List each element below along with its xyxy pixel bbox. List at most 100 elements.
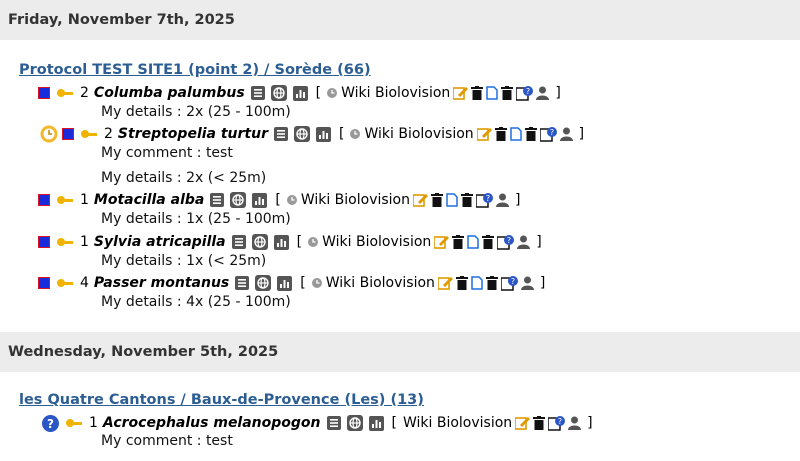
bracket-open: [: [391, 415, 397, 431]
document-icon[interactable]: [467, 235, 480, 249]
bracket-open: [: [296, 234, 303, 250]
help-badge-icon[interactable]: ?: [539, 126, 557, 142]
globe-icon[interactable]: [346, 415, 363, 431]
wiki-link[interactable]: Wiki Biolovision: [364, 126, 473, 142]
globe-icon[interactable]: [255, 275, 272, 291]
bracket-open: [: [275, 192, 281, 208]
help-badge-icon[interactable]: ?: [497, 234, 515, 250]
list-icon[interactable]: [231, 235, 246, 249]
chart-icon[interactable]: [368, 415, 384, 431]
species-name[interactable]: Columba palumbus: [94, 85, 245, 101]
observation-row: 1 Sylvia atricapilla [ Wiki Biolovision …: [38, 232, 542, 252]
edit-icon[interactable]: [515, 416, 531, 430]
help-badge-icon[interactable]: ?: [476, 192, 493, 208]
wiki-link[interactable]: Wiki Biolovision: [326, 275, 435, 291]
status-square-icon: [38, 87, 50, 99]
list-icon[interactable]: [274, 127, 288, 141]
site-link[interactable]: Protocol TEST SITE1 (point 2) / Sorède (…: [19, 62, 371, 78]
delete-icon[interactable]: [455, 276, 468, 290]
help-badge-icon[interactable]: ?: [500, 275, 518, 291]
site-link[interactable]: les Quatre Cantons / Baux-de-Provence (L…: [19, 392, 424, 408]
document-icon[interactable]: [486, 86, 499, 100]
edit-icon[interactable]: [476, 127, 492, 141]
species-name[interactable]: Streptopelia turtur: [118, 126, 268, 142]
clock-icon: [350, 129, 361, 139]
user-icon[interactable]: [536, 86, 550, 100]
chart-icon[interactable]: [277, 275, 293, 291]
observation-row: ? 1 Acrocephalus melanopogon [ Wiki Biol…: [42, 413, 593, 433]
edit-icon[interactable]: [437, 276, 453, 290]
count: 2: [104, 126, 113, 142]
user-icon[interactable]: [517, 235, 531, 249]
globe-icon[interactable]: [294, 126, 310, 142]
observation-details: My details : 2x (25 - 100m): [101, 104, 291, 120]
user-icon[interactable]: [496, 193, 509, 207]
list-icon[interactable]: [235, 276, 250, 290]
delete-icon[interactable]: [485, 276, 498, 290]
wiki-link[interactable]: Wiki Biolovision: [341, 85, 450, 101]
help-badge-icon[interactable]: ?: [516, 85, 534, 101]
edit-icon[interactable]: [434, 235, 450, 249]
edit-icon[interactable]: [413, 193, 428, 207]
delete-icon[interactable]: [501, 86, 514, 100]
user-icon[interactable]: [568, 416, 582, 430]
delete-icon[interactable]: [494, 127, 507, 141]
status-square-icon: [62, 128, 74, 140]
species-name[interactable]: Acrocephalus melanopogon: [103, 415, 321, 431]
delete-icon[interactable]: [471, 86, 484, 100]
observation-row: 4 Passer montanus [ Wiki Biolovision ? ]: [38, 273, 545, 293]
help-badge-icon[interactable]: ?: [548, 415, 566, 431]
document-icon[interactable]: [509, 127, 522, 141]
document-icon[interactable]: [446, 193, 458, 207]
svg-text:?: ?: [526, 87, 530, 96]
count: 2: [80, 85, 89, 101]
svg-text:?: ?: [550, 128, 554, 137]
count: 4: [80, 275, 89, 291]
delete-icon[interactable]: [431, 193, 443, 207]
list-icon[interactable]: [210, 193, 225, 207]
delete-icon[interactable]: [461, 193, 473, 207]
bracket-close: ]: [555, 85, 561, 101]
observation-row: 2 Columba palumbus [ Wiki Biolovision ? …: [38, 83, 561, 103]
delete-icon[interactable]: [533, 416, 546, 430]
globe-icon[interactable]: [251, 234, 268, 250]
wiki-link[interactable]: Wiki Biolovision: [301, 192, 410, 208]
key-icon: [65, 418, 83, 428]
clock-icon: [308, 237, 319, 247]
svg-text:?: ?: [486, 194, 490, 203]
user-icon[interactable]: [520, 276, 534, 290]
key-icon: [80, 129, 98, 139]
count: 1: [80, 234, 89, 250]
chart-icon[interactable]: [252, 192, 268, 208]
delete-icon[interactable]: [482, 235, 495, 249]
species-name[interactable]: Passer montanus: [94, 275, 229, 291]
delete-icon[interactable]: [452, 235, 465, 249]
key-icon: [56, 88, 74, 98]
chart-icon[interactable]: [316, 126, 331, 142]
chart-icon[interactable]: [292, 85, 308, 101]
bracket-close: ]: [515, 192, 521, 208]
edit-icon[interactable]: [453, 86, 469, 100]
key-icon: [56, 278, 74, 288]
delete-icon[interactable]: [524, 127, 537, 141]
status-square-icon: [38, 236, 50, 248]
user-icon[interactable]: [559, 127, 573, 141]
list-icon[interactable]: [250, 86, 265, 100]
count: 1: [89, 415, 98, 431]
document-icon[interactable]: [471, 276, 483, 290]
help-circle-icon: ?: [42, 414, 59, 432]
globe-icon[interactable]: [270, 85, 287, 101]
svg-text:?: ?: [558, 417, 562, 426]
wiki-link[interactable]: Wiki Biolovision: [322, 234, 431, 250]
wiki-link[interactable]: Wiki Biolovision: [403, 415, 512, 431]
list-icon[interactable]: [326, 416, 341, 430]
svg-text:?: ?: [511, 277, 515, 286]
observation-comment: My comment : test: [101, 433, 233, 449]
globe-icon[interactable]: [230, 192, 247, 208]
clock-icon: [311, 278, 322, 288]
chart-icon[interactable]: [273, 234, 289, 250]
day-header: Friday, November 7th, 2025: [0, 0, 800, 40]
species-name[interactable]: Motacilla alba: [94, 192, 204, 208]
species-name[interactable]: Sylvia atricapilla: [94, 234, 226, 250]
bracket-open: [: [315, 85, 322, 101]
